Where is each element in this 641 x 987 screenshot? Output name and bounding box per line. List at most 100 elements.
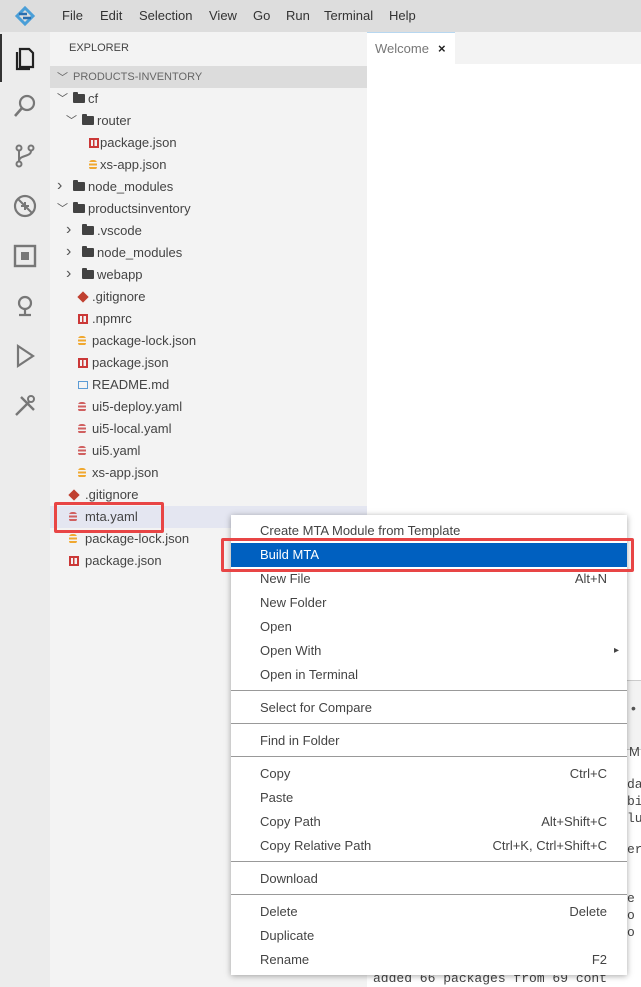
menu-item-find-in-folder[interactable]: Find in Folder [231,729,627,753]
json-file-icon [78,468,86,478]
cloud-activity[interactable] [0,282,50,330]
menu-view[interactable]: View [209,8,237,23]
file-item[interactable]: .gitignore [50,286,367,308]
menu-separator [231,723,627,724]
terminal-text: er [627,842,641,857]
menu-item-delete[interactable]: Delete Delete [231,900,627,924]
menu-edit[interactable]: Edit [100,8,122,23]
file-item[interactable]: README.md [50,374,367,396]
chevron-down-icon[interactable]: ﹀ [57,198,68,220]
submenu-arrow-icon: ▸ [613,645,619,656]
chevron-right-icon[interactable]: › [66,241,71,263]
menu-run[interactable]: Run [286,8,310,23]
item-label: .vscode [97,223,142,238]
terminal-text: M [629,744,640,759]
folder-item[interactable]: ﹀ router [50,110,367,132]
menu-item-copy-path[interactable]: Copy Path Alt+Shift+C [231,810,627,834]
npm-file-icon [69,556,79,566]
close-icon[interactable]: × [438,33,446,64]
file-item[interactable]: ui5-deploy.yaml [50,396,367,418]
menu-item-new-folder[interactable]: New Folder [231,591,627,615]
menu-item-copy[interactable]: Copy Ctrl+C [231,762,627,786]
terminal-panel: • [627,680,641,987]
menu-item-label: Open With [260,643,322,658]
git-file-icon [77,291,89,303]
menu-item-paste[interactable]: Paste [231,786,627,810]
menu-item-open[interactable]: Open [231,615,627,639]
annotation-box [54,502,164,533]
menu-item-open-with[interactable]: Open With ▸ [231,639,627,663]
extensions-activity[interactable] [0,232,50,280]
debug-icon [13,194,37,218]
tab-label: Welcome [375,41,429,56]
file-item[interactable]: xs-app.json [50,154,367,176]
item-label: ui5.yaml [92,443,141,458]
menu-item-duplicate[interactable]: Duplicate [231,924,627,948]
item-label: node_modules [97,245,183,260]
annotation-box [221,538,634,572]
item-label: router [97,113,131,128]
menu-terminal[interactable]: Terminal [324,8,373,23]
item-label: productsinventory [88,201,191,216]
tools-activity[interactable] [0,382,50,430]
menu-file[interactable]: File [62,8,83,23]
folder-item[interactable]: › node_modules [50,242,367,264]
folder-item[interactable]: › .vscode [50,220,367,242]
chevron-right-icon[interactable]: › [57,175,62,197]
item-label: ui5-local.yaml [92,421,172,436]
tab-welcome[interactable]: Welcome × [367,32,455,64]
menu-item-label: Find in Folder [260,733,340,748]
npm-file-icon [78,358,88,368]
file-item[interactable]: package-lock.json [50,330,367,352]
section-header[interactable]: ﹀ PRODUCTS-INVENTORY [50,66,367,88]
menu-separator [231,894,627,895]
menu-item-copy-relative-path[interactable]: Copy Relative Path Ctrl+K, Ctrl+Shift+C [231,834,627,858]
chevron-down-icon[interactable]: ﹀ [57,88,68,110]
item-label: cf [88,91,99,106]
folder-item[interactable]: › webapp [50,264,367,286]
file-item[interactable]: xs-app.json [50,462,367,484]
search-activity[interactable] [0,82,50,130]
file-item[interactable]: .npmrc [50,308,367,330]
folder-item[interactable]: ﹀ cf [50,88,367,110]
run-activity[interactable] [0,332,50,380]
menu-item-label: Copy [260,766,291,781]
file-item[interactable]: ui5-local.yaml [50,418,367,440]
menu-item-download[interactable]: Download [231,867,627,891]
menu-help[interactable]: Help [389,8,416,23]
source-control-icon [15,144,35,168]
menu-item-label: Select for Compare [260,700,372,715]
tools-icon [15,395,35,416]
folder-item[interactable]: › node_modules [50,176,367,198]
menu-item-open-in-terminal[interactable]: Open in Terminal [231,663,627,687]
terminal-text: lu [627,811,641,826]
terminal-text: bi [627,794,641,809]
menu-go[interactable]: Go [253,8,270,23]
file-item[interactable]: package.json [50,352,367,374]
item-label: xs-app.json [92,465,159,480]
debug-activity[interactable] [0,182,50,230]
file-item[interactable]: package.json [50,132,367,154]
git-file-icon [68,489,80,501]
file-item[interactable]: ui5.yaml [50,440,367,462]
menu-item-shortcut: F2 [591,952,607,967]
context-menu: Create MTA Module from Template Build MTA… [231,515,627,975]
chevron-right-icon[interactable]: › [66,219,71,241]
menu-selection[interactable]: Selection [139,8,192,23]
source-control-activity[interactable] [0,132,50,180]
folder-icon [73,202,85,213]
chevron-down-icon[interactable]: ﹀ [66,110,77,132]
folder-item[interactable]: ﹀ productsinventory [50,198,367,220]
menu-separator [231,861,627,862]
json-file-icon [78,336,86,346]
explorer-activity[interactable] [0,34,50,82]
menu-item-rename[interactable]: Rename F2 [231,948,627,972]
folder-icon [82,246,94,257]
menu-item-label: New Folder [260,595,327,610]
folder-icon [82,268,94,279]
menu-item-label: Rename [260,952,310,967]
chevron-right-icon[interactable]: › [66,263,71,285]
menu-item-select-for-compare[interactable]: Select for Compare [231,696,627,720]
item-label: package.json [92,355,169,370]
extensions-icon [13,244,37,268]
